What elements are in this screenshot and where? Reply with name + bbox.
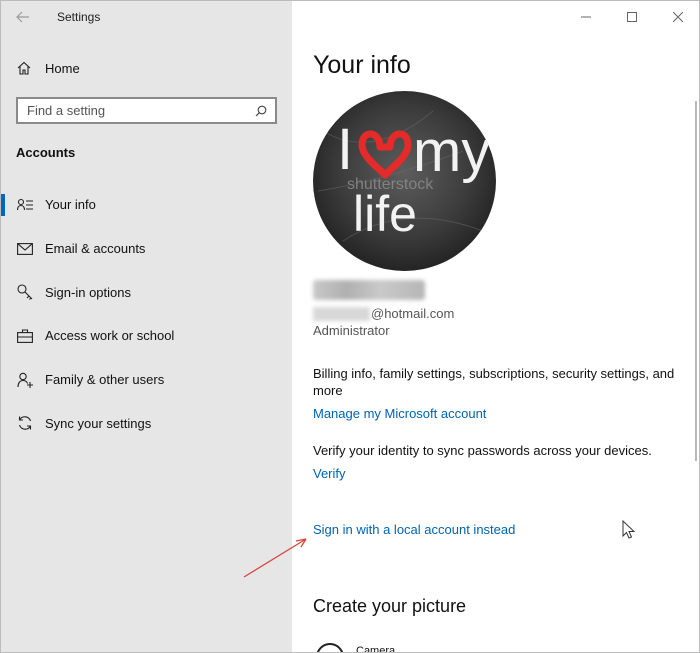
- key-icon: [16, 284, 34, 301]
- minimize-button[interactable]: [563, 1, 609, 33]
- app-title: Settings: [57, 10, 101, 24]
- account-role: Administrator: [313, 323, 390, 338]
- window-controls: [563, 1, 699, 33]
- back-button[interactable]: [1, 1, 45, 33]
- home-icon: [16, 61, 32, 75]
- sidebar-item-family-users[interactable]: Family & other users: [1, 358, 292, 402]
- avatar-text-i: I: [337, 117, 353, 182]
- settings-window: Settings Home Accounts Your info: [0, 0, 700, 653]
- email-domain: @hotmail.com: [371, 306, 455, 321]
- home-nav-item[interactable]: Home: [1, 53, 292, 83]
- person-list-icon: [16, 198, 34, 212]
- create-picture-title: Create your picture: [313, 596, 467, 616]
- verify-link[interactable]: Verify: [313, 466, 346, 481]
- sidebar-item-label: Email & accounts: [45, 241, 146, 257]
- profile-picture: I my shutterstock life: [313, 91, 496, 271]
- content-pane: Your info I my shutterstock life @hotmai…: [292, 1, 699, 652]
- verify-description: Verify your identity to sync passwords a…: [313, 443, 652, 458]
- sidebar-item-label: Sign-in options: [45, 284, 131, 300]
- mail-icon: [16, 242, 34, 255]
- minimize-icon: [581, 16, 591, 18]
- sidebar-item-email-accounts[interactable]: Email & accounts: [1, 227, 292, 271]
- maximize-button[interactable]: [609, 1, 655, 33]
- sidebar-item-label: Access work or school: [45, 328, 175, 344]
- billing-description: Billing info, family settings, subscript…: [313, 366, 675, 398]
- mouse-cursor-icon: [622, 520, 636, 539]
- sidebar-item-sign-in-options[interactable]: Sign-in options: [1, 270, 292, 314]
- close-button[interactable]: [655, 1, 699, 33]
- sidebar-item-sync-settings[interactable]: Sync your settings: [1, 401, 292, 445]
- search-input[interactable]: [27, 103, 237, 118]
- sidebar-item-your-info[interactable]: Your info: [1, 183, 292, 227]
- avatar-text-my: my: [413, 119, 490, 184]
- sidebar-item-label: Your info: [45, 197, 96, 213]
- search-box[interactable]: [16, 97, 277, 124]
- person-add-icon: [16, 372, 34, 388]
- email-redacted: [313, 306, 370, 321]
- accounts-section-title: Accounts: [16, 145, 76, 160]
- briefcase-icon: [16, 329, 34, 343]
- sidebar-item-label: Family & other users: [45, 372, 165, 388]
- close-icon: [673, 12, 683, 22]
- search-icon[interactable]: [255, 105, 267, 117]
- page-title: Your info: [313, 51, 411, 79]
- camera-label[interactable]: Camera: [356, 645, 395, 652]
- user-name-redacted: [313, 280, 425, 300]
- accounts-nav: Your info Email & accounts Sign-in optio…: [1, 183, 292, 445]
- sidebar-item-access-work[interactable]: Access work or school: [1, 314, 292, 358]
- maximize-icon: [627, 12, 637, 22]
- user-email: @hotmail.com: [313, 306, 454, 321]
- manage-account-link[interactable]: Manage my Microsoft account: [313, 406, 486, 421]
- scrollbar[interactable]: [695, 101, 697, 461]
- camera-icon[interactable]: [316, 643, 344, 652]
- sidebar-item-label: Sync your settings: [45, 415, 152, 431]
- title-bar: Settings: [1, 1, 292, 33]
- sync-icon: [16, 415, 34, 431]
- avatar-text-life: life: [353, 186, 417, 242]
- home-label: Home: [45, 60, 80, 76]
- back-arrow-icon: [16, 11, 29, 23]
- sidebar: Settings Home Accounts Your info: [1, 1, 292, 652]
- local-account-link[interactable]: Sign in with a local account instead: [313, 522, 515, 537]
